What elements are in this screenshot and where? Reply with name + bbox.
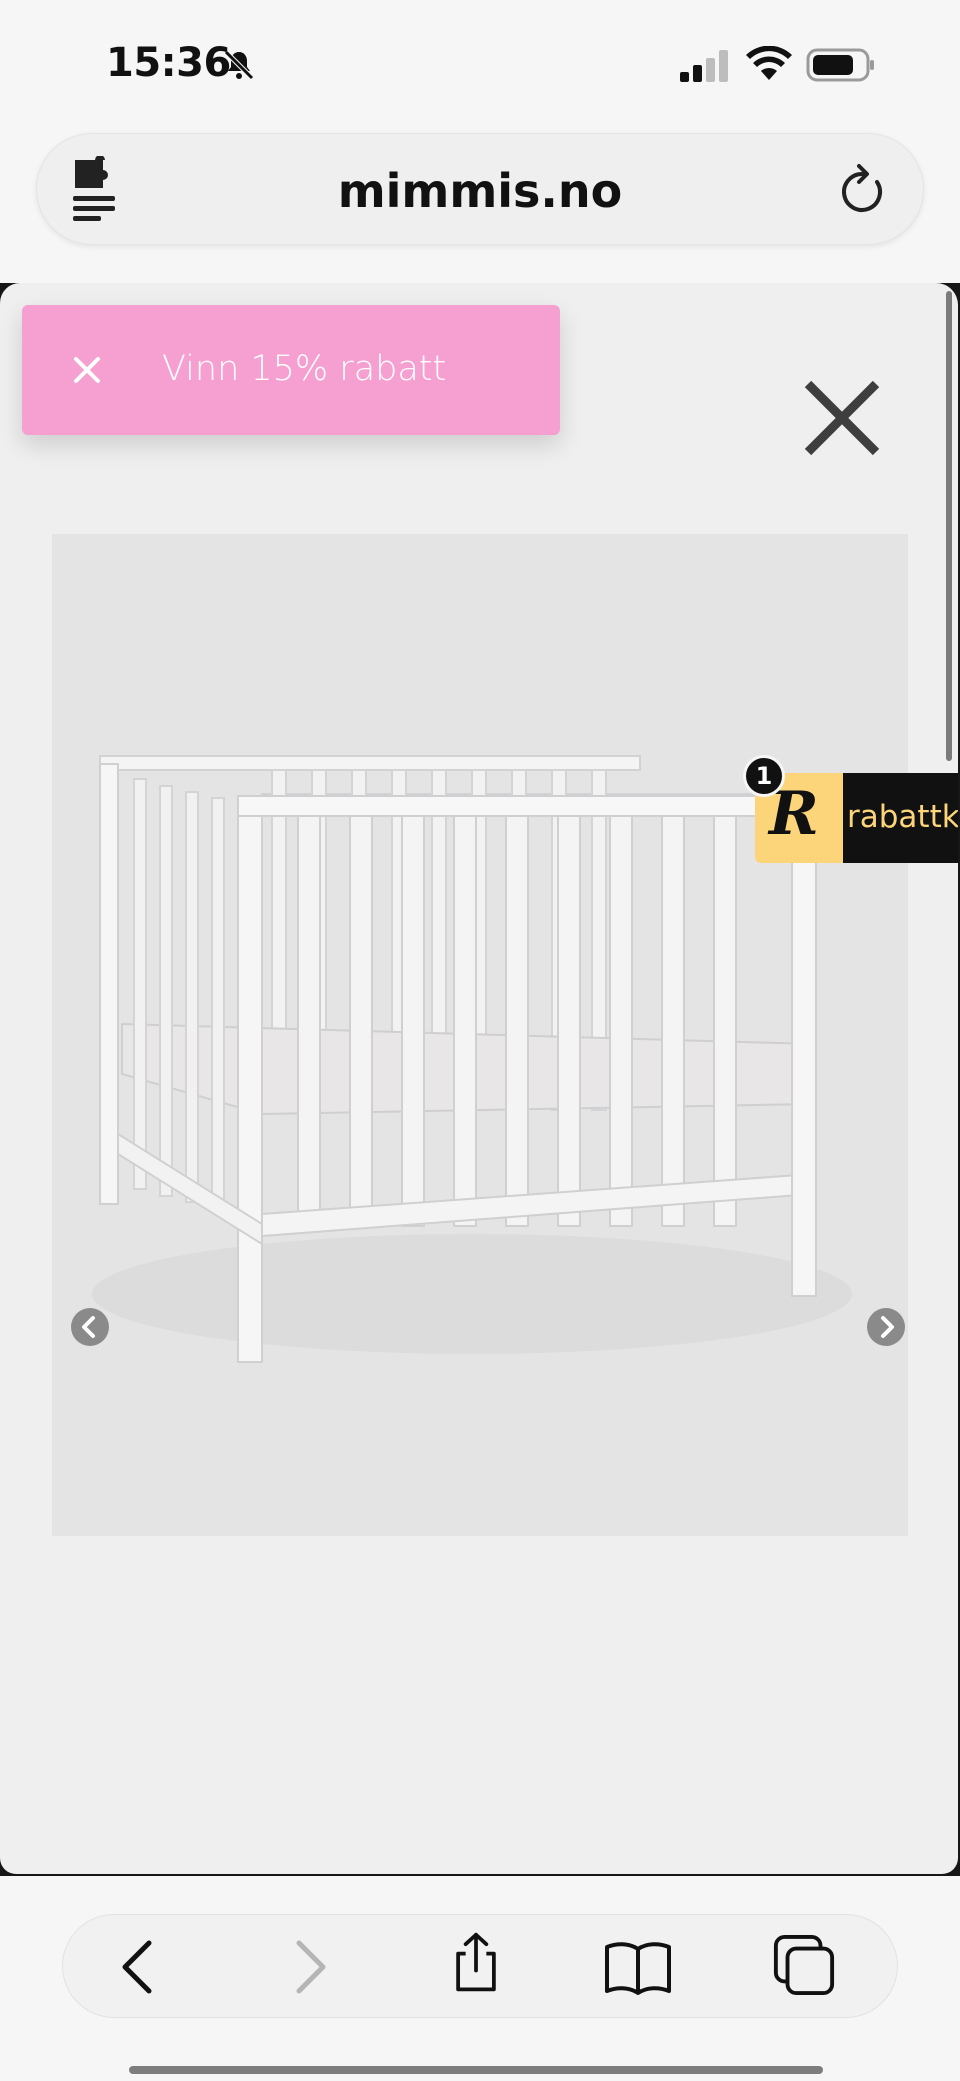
wifi-icon xyxy=(746,46,792,80)
scrollbar[interactable] xyxy=(946,291,952,761)
close-icon[interactable] xyxy=(68,351,106,389)
chevron-left-icon[interactable] xyxy=(70,1307,110,1347)
product-image-lightbox: Vinn 15% rabatt R rabattk 1 xyxy=(0,283,958,1874)
cellular-signal-icon xyxy=(680,50,728,82)
status-time: 15:36 xyxy=(106,40,231,86)
url-text: mimmis.no xyxy=(337,164,623,218)
rabattkod-widget[interactable]: R rabattkod 1 xyxy=(743,755,958,863)
reload-icon[interactable] xyxy=(837,162,889,218)
status-bar: 15:36 xyxy=(0,0,960,130)
promo-banner[interactable]: Vinn 15% rabatt xyxy=(22,305,560,435)
product-image xyxy=(52,534,908,1536)
promo-text: Vinn 15% rabatt xyxy=(162,349,447,389)
browser-toolbar xyxy=(62,1914,898,2018)
rabattkod-label: rabattkod xyxy=(847,799,958,835)
bookmarks-icon[interactable] xyxy=(603,1935,673,1999)
rabattkod-label-box[interactable]: rabattkod xyxy=(843,773,958,863)
share-icon[interactable] xyxy=(441,1931,511,1995)
back-icon[interactable] xyxy=(105,1935,175,1999)
battery-icon xyxy=(806,48,874,82)
home-indicator[interactable] xyxy=(129,2066,823,2074)
close-icon[interactable] xyxy=(802,378,882,458)
notification-badge: 1 xyxy=(743,755,785,797)
address-bar[interactable]: mimmis.no xyxy=(36,133,924,245)
crib-image xyxy=(92,755,852,1363)
bell-slash-icon xyxy=(224,50,254,80)
tabs-icon[interactable] xyxy=(769,1933,839,1997)
forward-icon[interactable] xyxy=(273,1935,343,1999)
chevron-right-icon[interactable] xyxy=(866,1307,906,1347)
web-page-viewport: Vinn 15% rabatt R rabattk 1 xyxy=(0,283,960,1876)
